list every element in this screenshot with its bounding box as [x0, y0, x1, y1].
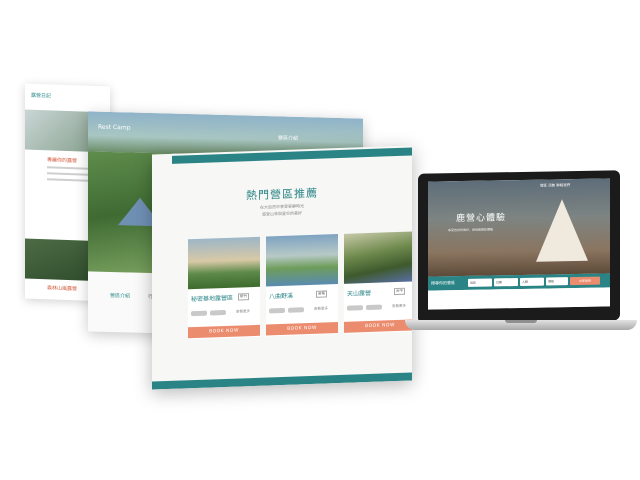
camp-more-link[interactable]: 查看更多 [392, 304, 406, 309]
book-now-button[interactable]: BOOK NOW [266, 322, 338, 336]
feature-chip [191, 310, 207, 317]
book-now-button[interactable]: BOOK NOW [188, 324, 260, 339]
camp-name: 天山露營 [347, 289, 372, 298]
search-label: 搜尋你的營區 [431, 280, 455, 286]
camp-photo [188, 236, 260, 290]
back-red-title-1: 專屬你的露營 [47, 157, 78, 165]
search-button[interactable]: 立即搜尋 [570, 276, 600, 286]
laptop-mockup: 營區 活動 聯絡我們 鹿營心體驗 享受自然的美好，探索露營新體驗 搜尋你的營區 … [418, 170, 620, 324]
feature-chip [288, 307, 304, 313]
section-title: 熱門營區推薦 [246, 186, 318, 203]
camp-region-tag: 苗栗 [316, 290, 327, 298]
laptop-nav-menu[interactable]: 營區 活動 聯絡我們 [540, 183, 570, 189]
laptop-hero-subtitle: 享受自然的美好，探索露營新體驗 [448, 227, 494, 233]
laptop-screen: 營區 活動 聯絡我們 鹿營心體驗 享受自然的美好，探索露營新體驗 搜尋你的營區 … [428, 178, 610, 310]
region-select[interactable]: 地區 [468, 278, 492, 287]
camp-card[interactable]: 天山露營 台中 查看更多 BOOK NOW [344, 231, 412, 334]
camp-more-link[interactable]: 查看更多 [314, 306, 328, 311]
camp-name: 秘密基地露營區 [191, 294, 234, 304]
middle-logo: Rest Camp [98, 123, 131, 132]
laptop-content-area [428, 287, 610, 310]
camp-region-tag: 新竹 [238, 293, 249, 301]
camp-card[interactable]: 八曲野溪 苗栗 查看更多 BOOK NOW [266, 234, 338, 337]
feature-chip [347, 305, 363, 311]
teepee-icon [536, 198, 588, 262]
middle-footer-link-1[interactable]: 營區介紹 [110, 292, 130, 300]
middle-menu: 營區介紹 [278, 135, 299, 142]
laptop-hero-title: 鹿營心體驗 [456, 213, 507, 225]
feature-chip [366, 304, 382, 311]
back-red-title-2: 森林山嵐露營 [47, 285, 78, 293]
front-page-mockup: 熱門營區推薦 在大自然中享受寧靜時光 感受山林與星空的美好 秘密基地露營區 新竹… [152, 145, 412, 390]
laptop-notch [505, 320, 537, 323]
people-select[interactable]: 人數 [520, 277, 544, 286]
date-select[interactable]: 日期 [494, 278, 518, 287]
bottom-accent-bar [152, 372, 412, 390]
feature-chip [210, 309, 226, 316]
camp-photo [344, 231, 412, 284]
book-now-button[interactable]: BOOK NOW [344, 319, 412, 333]
camp-name: 八曲野溪 [269, 292, 294, 301]
back-logo: 露營日記 [31, 92, 52, 100]
camp-region-tag: 台中 [394, 287, 405, 296]
price-select[interactable]: 價格 [546, 277, 568, 286]
camp-photo [266, 234, 338, 287]
feature-chip [269, 307, 285, 314]
camp-more-link[interactable]: 查看更多 [236, 309, 250, 314]
camp-card[interactable]: 秘密基地露營區 新竹 查看更多 BOOK NOW [188, 236, 260, 340]
